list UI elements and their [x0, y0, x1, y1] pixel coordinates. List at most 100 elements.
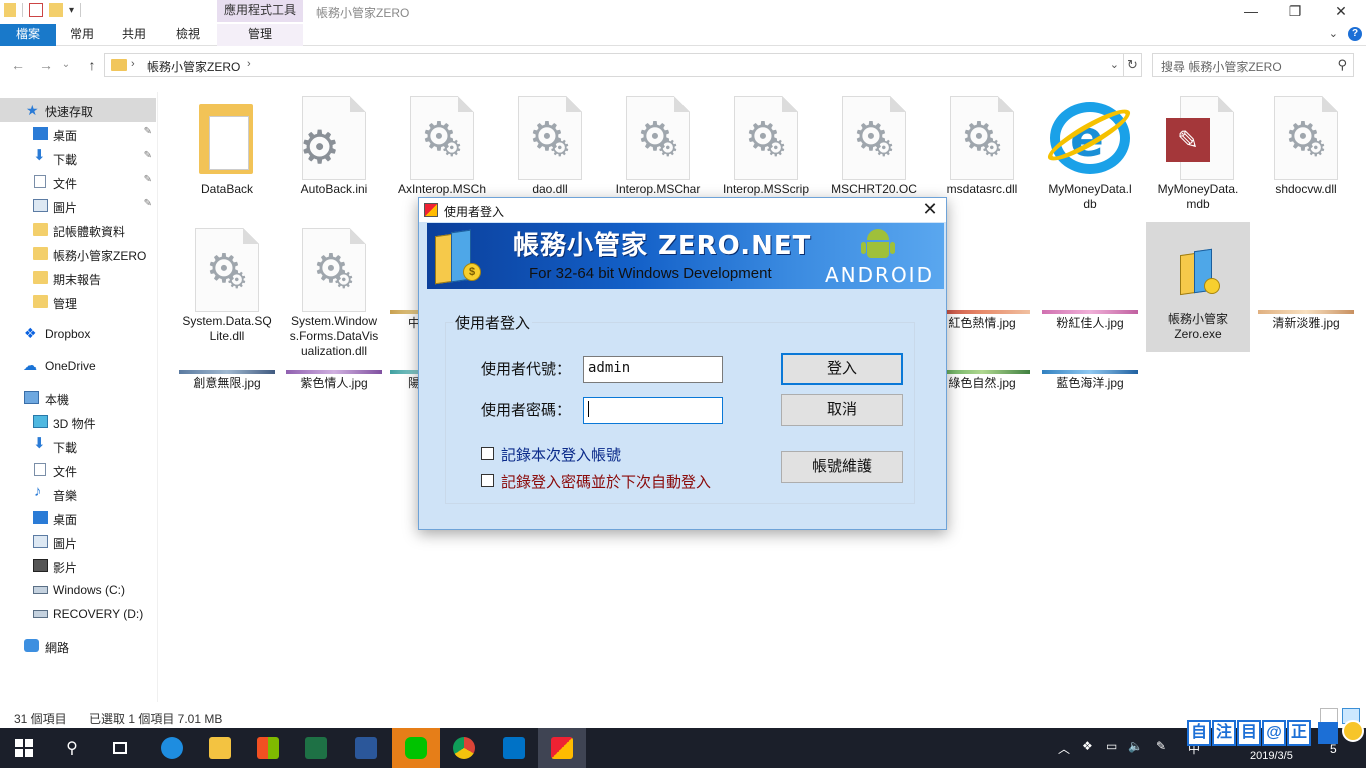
ime-menu-button[interactable]: 目: [1237, 720, 1261, 746]
search-icon[interactable]: ⚲: [1337, 57, 1347, 73]
pen-icon[interactable]: ✎: [1156, 739, 1166, 753]
tray-chevron-icon[interactable]: ︿: [1058, 740, 1070, 757]
chrome-icon[interactable]: [440, 728, 488, 768]
up-button[interactable]: ↑: [82, 55, 102, 75]
nav-item-downloads[interactable]: ⬇ 下載: [0, 434, 156, 458]
file-item[interactable]: e MyMoneyData.l db: [1038, 92, 1142, 212]
clock-date[interactable]: 2019/3/5: [1250, 750, 1293, 762]
zero-app-icon[interactable]: [538, 728, 586, 768]
folder-icon[interactable]: [4, 3, 16, 17]
file-item[interactable]: ⚙ AutoBack.ini: [282, 92, 386, 197]
ime-symbol-button[interactable]: @: [1262, 720, 1286, 746]
ribbon-expand-icon[interactable]: ⌄: [1329, 27, 1338, 40]
task-view-icon[interactable]: [96, 728, 144, 768]
tab-manage[interactable]: 管理: [217, 24, 303, 46]
nav-item-videos[interactable]: 影片: [0, 554, 156, 578]
minimize-button[interactable]: —: [1228, 0, 1274, 24]
nav-item-pictures[interactable]: 圖片: [0, 530, 156, 554]
ime-settings-icon[interactable]: [1318, 722, 1338, 744]
ime-gear-icon[interactable]: [1342, 720, 1364, 742]
word-icon[interactable]: [342, 728, 390, 768]
outlook-icon[interactable]: [490, 728, 538, 768]
file-item[interactable]: ⚙ ⚙ MSCHRT20.OC: [822, 92, 926, 196]
file-item[interactable]: DataBack: [175, 92, 279, 197]
login-button[interactable]: 登入: [781, 353, 903, 385]
nav-item-folder[interactable]: 記帳體軟資料: [0, 218, 156, 242]
forward-button[interactable]: →: [36, 55, 56, 75]
remember-account-checkbox[interactable]: [481, 447, 494, 460]
nav-item-drive-c[interactable]: Windows (C:): [0, 578, 156, 602]
nav-item-music[interactable]: ♪ 音樂: [0, 482, 156, 506]
nav-item-drive-d[interactable]: RECOVERY (D:): [0, 602, 156, 626]
file-item[interactable]: 創意無限.jpg: [175, 370, 279, 391]
file-item[interactable]: 清新淡雅.jpg: [1254, 310, 1358, 331]
volume-icon[interactable]: 🔈: [1128, 739, 1143, 753]
dialog-close-button[interactable]: ✕: [920, 199, 940, 220]
nav-item-documents[interactable]: 文件: [0, 458, 156, 482]
tab-file[interactable]: 檔案: [0, 24, 56, 46]
ime-fullwidth-button[interactable]: 正: [1287, 720, 1311, 746]
nav-quick-access[interactable]: ★ 快速存取: [0, 98, 156, 122]
file-item[interactable]: 紫色情人.jpg: [282, 370, 386, 391]
maximize-button[interactable]: ❐: [1272, 0, 1318, 24]
notification-count[interactable]: 5: [1330, 742, 1337, 756]
account-maintenance-button[interactable]: 帳號維護: [781, 451, 903, 483]
breadcrumb[interactable]: 帳務小管家ZERO: [147, 58, 240, 75]
address-bar[interactable]: › 帳務小管家ZERO › ⌄: [104, 53, 1124, 77]
file-item[interactable]: 藍色海洋.jpg: [1038, 370, 1142, 391]
close-button[interactable]: ✕: [1318, 0, 1364, 24]
tab-view[interactable]: 檢視: [160, 24, 216, 46]
file-item[interactable]: ✎ MyMoneyData. mdb: [1146, 92, 1250, 212]
user-id-field[interactable]: admin: [583, 356, 723, 383]
file-item[interactable]: ⚙ ⚙ dao.dll: [498, 92, 602, 196]
network-tray-icon[interactable]: ▭: [1106, 739, 1117, 753]
nav-item-3d-objects[interactable]: 3D 物件: [0, 410, 156, 434]
refresh-button[interactable]: ↻: [1124, 53, 1142, 77]
tab-share[interactable]: 共用: [108, 24, 160, 46]
breadcrumb-separator[interactable]: ›: [131, 58, 135, 70]
file-item[interactable]: ⚙ ⚙ System.Window s.Forms.DataVis ualizat…: [282, 224, 386, 359]
help-icon[interactable]: ?: [1348, 27, 1362, 41]
new-folder-icon[interactable]: [49, 3, 63, 17]
nav-item-desktop[interactable]: 桌面: [0, 506, 156, 530]
start-button[interactable]: [0, 728, 48, 768]
file-item[interactable]: 中: [390, 310, 420, 331]
nav-item-downloads[interactable]: ⬇ 下載 ✎: [0, 146, 156, 170]
nav-network[interactable]: 網路: [0, 634, 156, 658]
file-item[interactable]: ⚙ ⚙ shdocvw.dll: [1254, 92, 1358, 197]
file-item[interactable]: ⚙ ⚙ System.Data.SQ Lite.dll: [175, 224, 279, 344]
nav-item-desktop[interactable]: 桌面 ✎: [0, 122, 156, 146]
recent-locations-icon[interactable]: ⌄: [60, 55, 72, 75]
edge-icon[interactable]: [148, 728, 196, 768]
qat-dropdown-icon[interactable]: ▾: [69, 5, 74, 16]
address-dropdown-icon[interactable]: ⌄: [1110, 58, 1119, 71]
remember-password-checkbox[interactable]: [481, 474, 494, 487]
nav-onedrive[interactable]: ☁ OneDrive: [0, 354, 156, 378]
store-icon[interactable]: [244, 728, 292, 768]
properties-icon[interactable]: [29, 3, 43, 17]
file-item-selected[interactable]: 帳務小管家 Zero.exe: [1146, 222, 1250, 352]
nav-dropbox[interactable]: ❖ Dropbox: [0, 322, 156, 346]
file-item[interactable]: ⚙ ⚙ Interop.MSChar: [606, 92, 710, 196]
nav-item-folder[interactable]: 期末報告: [0, 266, 156, 290]
ime-mode-button[interactable]: 自: [1187, 720, 1211, 746]
file-explorer-icon[interactable]: [196, 728, 244, 768]
back-button[interactable]: ←: [8, 55, 28, 75]
file-item[interactable]: ⚙ ⚙ Interop.MSScrip: [714, 92, 818, 196]
line-icon[interactable]: [392, 728, 440, 768]
file-item[interactable]: 陽: [390, 370, 420, 391]
nav-item-pictures[interactable]: 圖片 ✎: [0, 194, 156, 218]
search-input[interactable]: 搜尋 帳務小管家ZERO ⚲: [1152, 53, 1354, 77]
tab-home[interactable]: 常用: [56, 24, 108, 46]
nav-this-pc[interactable]: 本機: [0, 386, 156, 410]
dropbox-tray-icon[interactable]: ❖: [1082, 739, 1093, 753]
nav-item-documents[interactable]: 文件 ✎: [0, 170, 156, 194]
password-field[interactable]: [583, 397, 723, 424]
nav-item-folder[interactable]: 管理: [0, 290, 156, 314]
file-item[interactable]: ⚙⚙ AxInterop.MSCh a: [390, 92, 494, 196]
remember-account-label[interactable]: 記錄本次登入帳號: [501, 444, 621, 465]
file-item[interactable]: 粉紅佳人.jpg: [1038, 310, 1142, 331]
nav-item-folder[interactable]: 帳務小管家ZERO: [0, 242, 156, 266]
search-icon[interactable]: ⚲: [48, 728, 96, 768]
breadcrumb-separator[interactable]: ›: [247, 58, 251, 70]
